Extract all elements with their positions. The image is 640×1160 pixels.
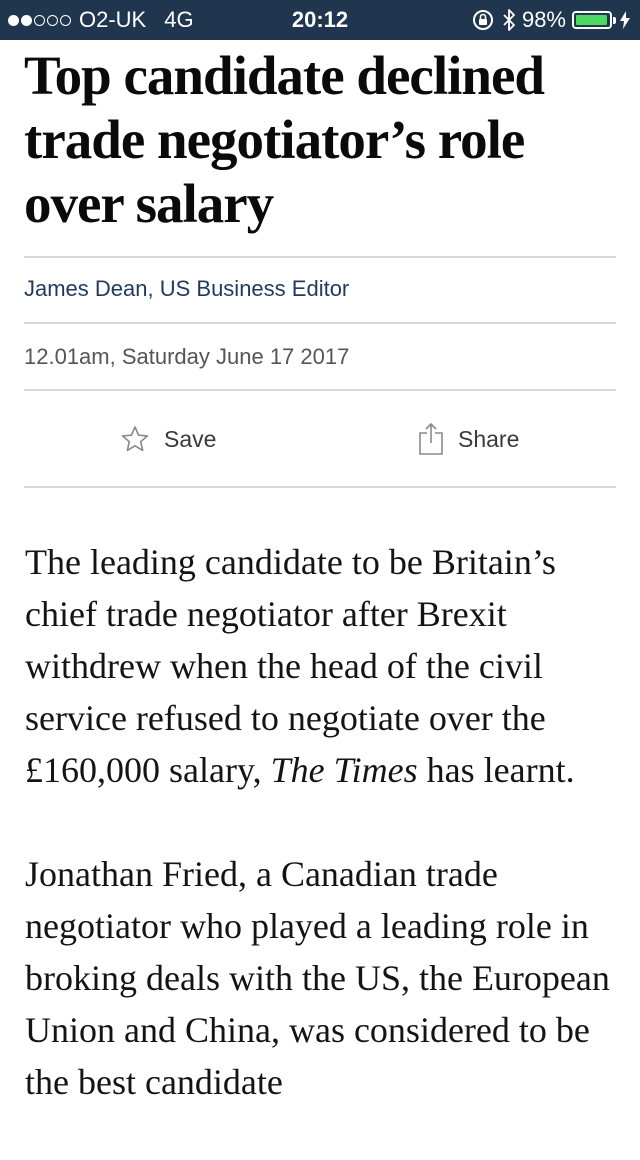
share-label: Share	[458, 425, 520, 452]
article-headline: Top candidate declined trade negotiator’…	[24, 45, 545, 234]
article-dateline: 12.01am, Saturday June 17 2017	[24, 344, 350, 369]
paragraph: Jonathan Fried, a Canadian trade negotia…	[25, 854, 610, 1102]
status-right: 98%	[472, 0, 630, 40]
article-body: The leading candidate to be Britain’s ch…	[25, 536, 625, 1160]
status-bar: O2-UK 4G 20:12 98%	[0, 0, 640, 40]
orientation-lock-icon	[472, 9, 494, 31]
share-button[interactable]: Share	[418, 392, 519, 486]
status-left: O2-UK 4G	[8, 0, 194, 40]
battery-percent: 98%	[521, 7, 566, 32]
star-icon	[120, 424, 150, 454]
network-type: 4G	[164, 7, 194, 32]
share-icon	[418, 422, 444, 456]
battery-icon	[572, 11, 612, 29]
article-byline[interactable]: James Dean, US Business Editor	[24, 276, 349, 302]
battery-cap	[613, 16, 616, 24]
paragraph: The leading candidate to be Britain’s ch…	[25, 536, 625, 796]
charging-bolt-icon	[620, 11, 630, 29]
divider	[24, 486, 616, 488]
save-button[interactable]: Save	[120, 392, 216, 486]
divider	[24, 389, 616, 391]
publication-name: The Times	[270, 750, 418, 790]
paragraph-text: has learnt.	[417, 750, 575, 790]
article-actions: Save Share	[24, 392, 616, 486]
divider	[24, 322, 616, 324]
bluetooth-icon	[502, 8, 516, 32]
carrier-name: O2-UK	[79, 7, 147, 32]
save-label: Save	[164, 425, 217, 452]
signal-strength-icon	[8, 14, 73, 26]
status-time: 20:12	[291, 7, 349, 32]
divider	[24, 256, 616, 258]
